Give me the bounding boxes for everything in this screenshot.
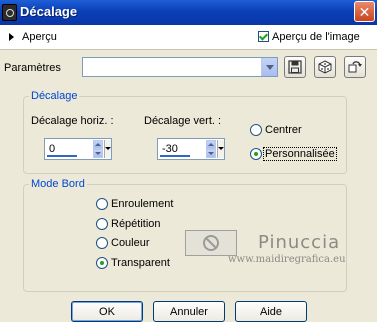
spin-dropdown-icon[interactable] — [104, 140, 111, 158]
reset-button[interactable] — [344, 56, 366, 78]
transparent-radio-label[interactable]: Transparent — [111, 257, 170, 269]
help-button-label: Aide — [259, 305, 283, 318]
transparent-radio[interactable] — [96, 257, 108, 269]
cancel-button-label: Annuler — [170, 305, 208, 318]
watermark-url: www.maidiregrafica.eu — [228, 254, 346, 265]
vertical-offset-label: Décalage vert. : — [144, 115, 222, 127]
spin-up-icon[interactable] — [206, 140, 216, 149]
center-radio[interactable] — [250, 124, 262, 136]
color-radio-label[interactable]: Couleur — [111, 237, 150, 249]
horizontal-offset-spinner[interactable]: 0 — [44, 138, 112, 160]
vertical-offset-value[interactable]: -30 — [162, 143, 178, 155]
undo-arrow-icon — [348, 61, 362, 73]
spin-down-icon[interactable] — [93, 149, 103, 158]
window-title: Décalage — [20, 4, 78, 19]
custom-radio[interactable] — [250, 148, 262, 160]
preview-toggle-label[interactable]: Aperçu — [22, 31, 57, 43]
floppy-disk-icon — [288, 60, 302, 74]
no-color-icon — [203, 235, 219, 251]
cancel-button[interactable]: Annuler — [153, 301, 225, 322]
ok-button[interactable]: OK — [71, 301, 143, 322]
spin-dropdown-icon[interactable] — [217, 140, 224, 158]
params-dropdown[interactable] — [82, 57, 278, 77]
offset-group-legend: Décalage — [29, 90, 80, 102]
preview-image-label[interactable]: Aperçu de l'image — [272, 31, 360, 43]
color-radio[interactable] — [96, 237, 108, 249]
expand-triangle-icon[interactable] — [9, 33, 14, 41]
random-button[interactable] — [314, 56, 336, 78]
center-radio-label[interactable]: Centrer — [265, 124, 302, 136]
horizontal-offset-label: Décalage horiz. : — [31, 115, 114, 127]
ok-button-label: OK — [99, 305, 115, 318]
help-button[interactable]: Aide — [235, 301, 307, 322]
repeat-radio-label[interactable]: Répétition — [111, 218, 161, 230]
dropdown-arrow-icon[interactable] — [261, 58, 277, 76]
wrap-radio-label[interactable]: Enroulement — [111, 198, 173, 210]
close-icon: ✕ — [358, 3, 371, 20]
app-icon — [2, 4, 17, 21]
save-preset-button[interactable] — [284, 56, 306, 78]
preview-image-checkbox[interactable] — [258, 31, 269, 42]
spin-down-icon[interactable] — [206, 149, 216, 158]
repeat-radio[interactable] — [96, 218, 108, 230]
dice-icon — [318, 60, 332, 74]
params-label: Paramètres — [4, 62, 61, 74]
custom-radio-label[interactable]: Personnalisée — [263, 147, 337, 161]
wrap-radio[interactable] — [96, 198, 108, 210]
color-swatch[interactable] — [185, 230, 237, 256]
close-button[interactable]: ✕ — [354, 1, 375, 22]
edge-mode-legend: Mode Bord — [29, 178, 87, 190]
watermark-name: Pinuccia — [258, 232, 341, 253]
vertical-offset-spinner[interactable]: -30 — [157, 138, 225, 160]
spin-up-icon[interactable] — [93, 140, 103, 149]
horizontal-offset-value[interactable]: 0 — [49, 143, 55, 155]
